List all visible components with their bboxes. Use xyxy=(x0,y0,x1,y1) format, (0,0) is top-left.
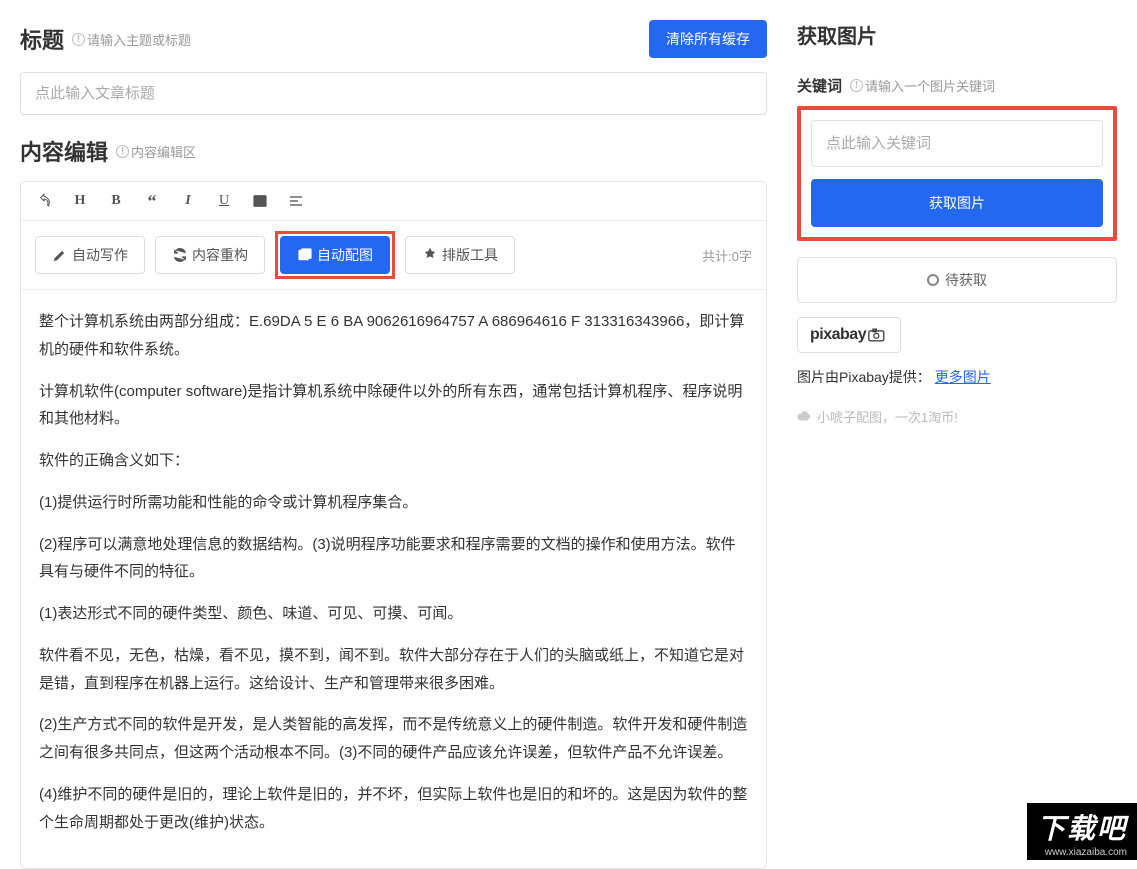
paragraph: 整个计算机系统由两部分组成：E.69DA 5 E 6 BA 9062616964… xyxy=(39,308,748,364)
paragraph: (1)表达形式不同的硬件类型、颜色、味道、可见、可摸、可闻。 xyxy=(39,600,748,628)
quote-icon[interactable]: “ xyxy=(143,192,161,210)
paragraph: 软件的正确含义如下： xyxy=(39,447,748,475)
keyword-label: 关键词 xyxy=(797,75,842,96)
undo-icon[interactable] xyxy=(35,192,53,210)
watermark: 下载吧 www.xiazaiba.com xyxy=(1027,803,1137,860)
more-images-link[interactable]: 更多图片 xyxy=(935,369,991,385)
word-count: 共计:0字 xyxy=(702,246,752,265)
title-input[interactable] xyxy=(20,72,767,115)
content-edit-hint: ! 内容编辑区 xyxy=(116,142,196,161)
paragraph: (1)提供运行时所需功能和性能的命令或计算机程序集合。 xyxy=(39,489,748,517)
keyword-highlight-box: 获取图片 xyxy=(797,106,1117,241)
fetch-status: 待获取 xyxy=(797,257,1117,303)
footer-note: 小唬子配图，一次1淘币! xyxy=(797,407,1117,426)
paragraph: 软件看不见，无色，枯燥，看不见，摸不到，闻不到。软件大部分存在于人们的头脑或纸上… xyxy=(39,642,748,698)
info-icon: ! xyxy=(116,145,129,158)
keyword-hint: ! 请输入一个图片关键词 xyxy=(850,76,995,95)
title-label: 标题 xyxy=(20,23,64,55)
editor-content[interactable]: 整个计算机系统由两部分组成：E.69DA 5 E 6 BA 9062616964… xyxy=(21,290,766,868)
pixabay-logo: pixabay xyxy=(797,317,901,353)
auto-image-highlight: 自动配图 xyxy=(275,231,395,279)
paragraph: (4)维护不同的硬件是旧的，理论上软件是旧的，并不坏，但实际上软件也是旧的和坏的… xyxy=(39,781,748,837)
underline-icon[interactable]: U xyxy=(215,192,233,210)
info-icon: ! xyxy=(72,33,85,46)
content-edit-label: 内容编辑 xyxy=(20,135,108,167)
image-source: 图片由Pixabay提供： 更多图片 xyxy=(797,367,1117,387)
editor-toolbar: H B “ I U xyxy=(21,182,766,221)
auto-write-button[interactable]: 自动写作 xyxy=(35,236,145,274)
paragraph: (2)程序可以满意地处理信息的数据结构。(3)说明程序功能要求和程序需要的文档的… xyxy=(39,531,748,587)
info-icon: ! xyxy=(850,79,863,92)
paragraph: (2)生产方式不同的软件是开发，是人类智能的高发挥，而不是传统意义上的硬件制造。… xyxy=(39,711,748,767)
auto-image-button[interactable]: 自动配图 xyxy=(280,236,390,274)
title-hint: ! 请输入主题或标题 xyxy=(72,30,191,49)
bold-icon[interactable]: B xyxy=(107,192,125,210)
align-icon[interactable] xyxy=(287,192,305,210)
italic-icon[interactable]: I xyxy=(179,192,197,210)
keyword-input[interactable] xyxy=(811,120,1103,167)
sidebar-title: 获取图片 xyxy=(797,20,1117,49)
fetch-image-button[interactable]: 获取图片 xyxy=(811,179,1103,227)
clear-cache-button[interactable]: 清除所有缓存 xyxy=(649,20,767,58)
content-restruct-button[interactable]: 内容重构 xyxy=(155,236,265,274)
layout-tool-button[interactable]: 排版工具 xyxy=(405,236,515,274)
heading-icon[interactable]: H xyxy=(71,192,89,210)
editor-actions: 自动写作 内容重构 自动配图 排版工具 共计:0字 xyxy=(21,221,766,290)
status-icon xyxy=(927,274,939,286)
editor-card: H B “ I U 自动写作 内容重构 xyxy=(20,181,767,869)
paragraph: 计算机软件(computer software)是指计算机系统中除硬件以外的所有… xyxy=(39,378,748,434)
image-icon[interactable] xyxy=(251,192,269,210)
